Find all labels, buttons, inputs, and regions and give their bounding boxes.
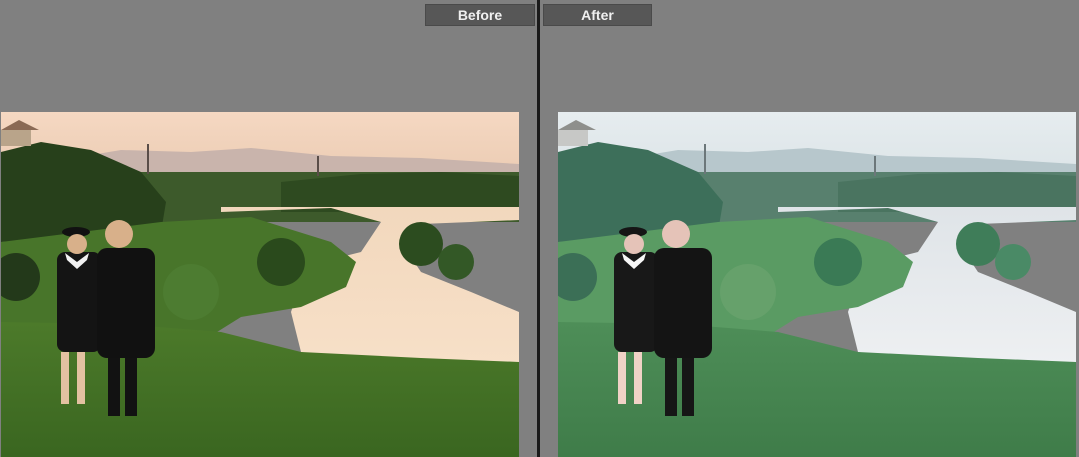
after-pane: After [540, 0, 1079, 457]
before-photo-image [1, 112, 519, 457]
before-photo [1, 112, 519, 457]
after-label: After [543, 4, 652, 26]
before-label: Before [425, 4, 535, 26]
after-photo-image [558, 112, 1076, 457]
before-pane: Before [0, 0, 537, 457]
after-photo [558, 112, 1076, 457]
